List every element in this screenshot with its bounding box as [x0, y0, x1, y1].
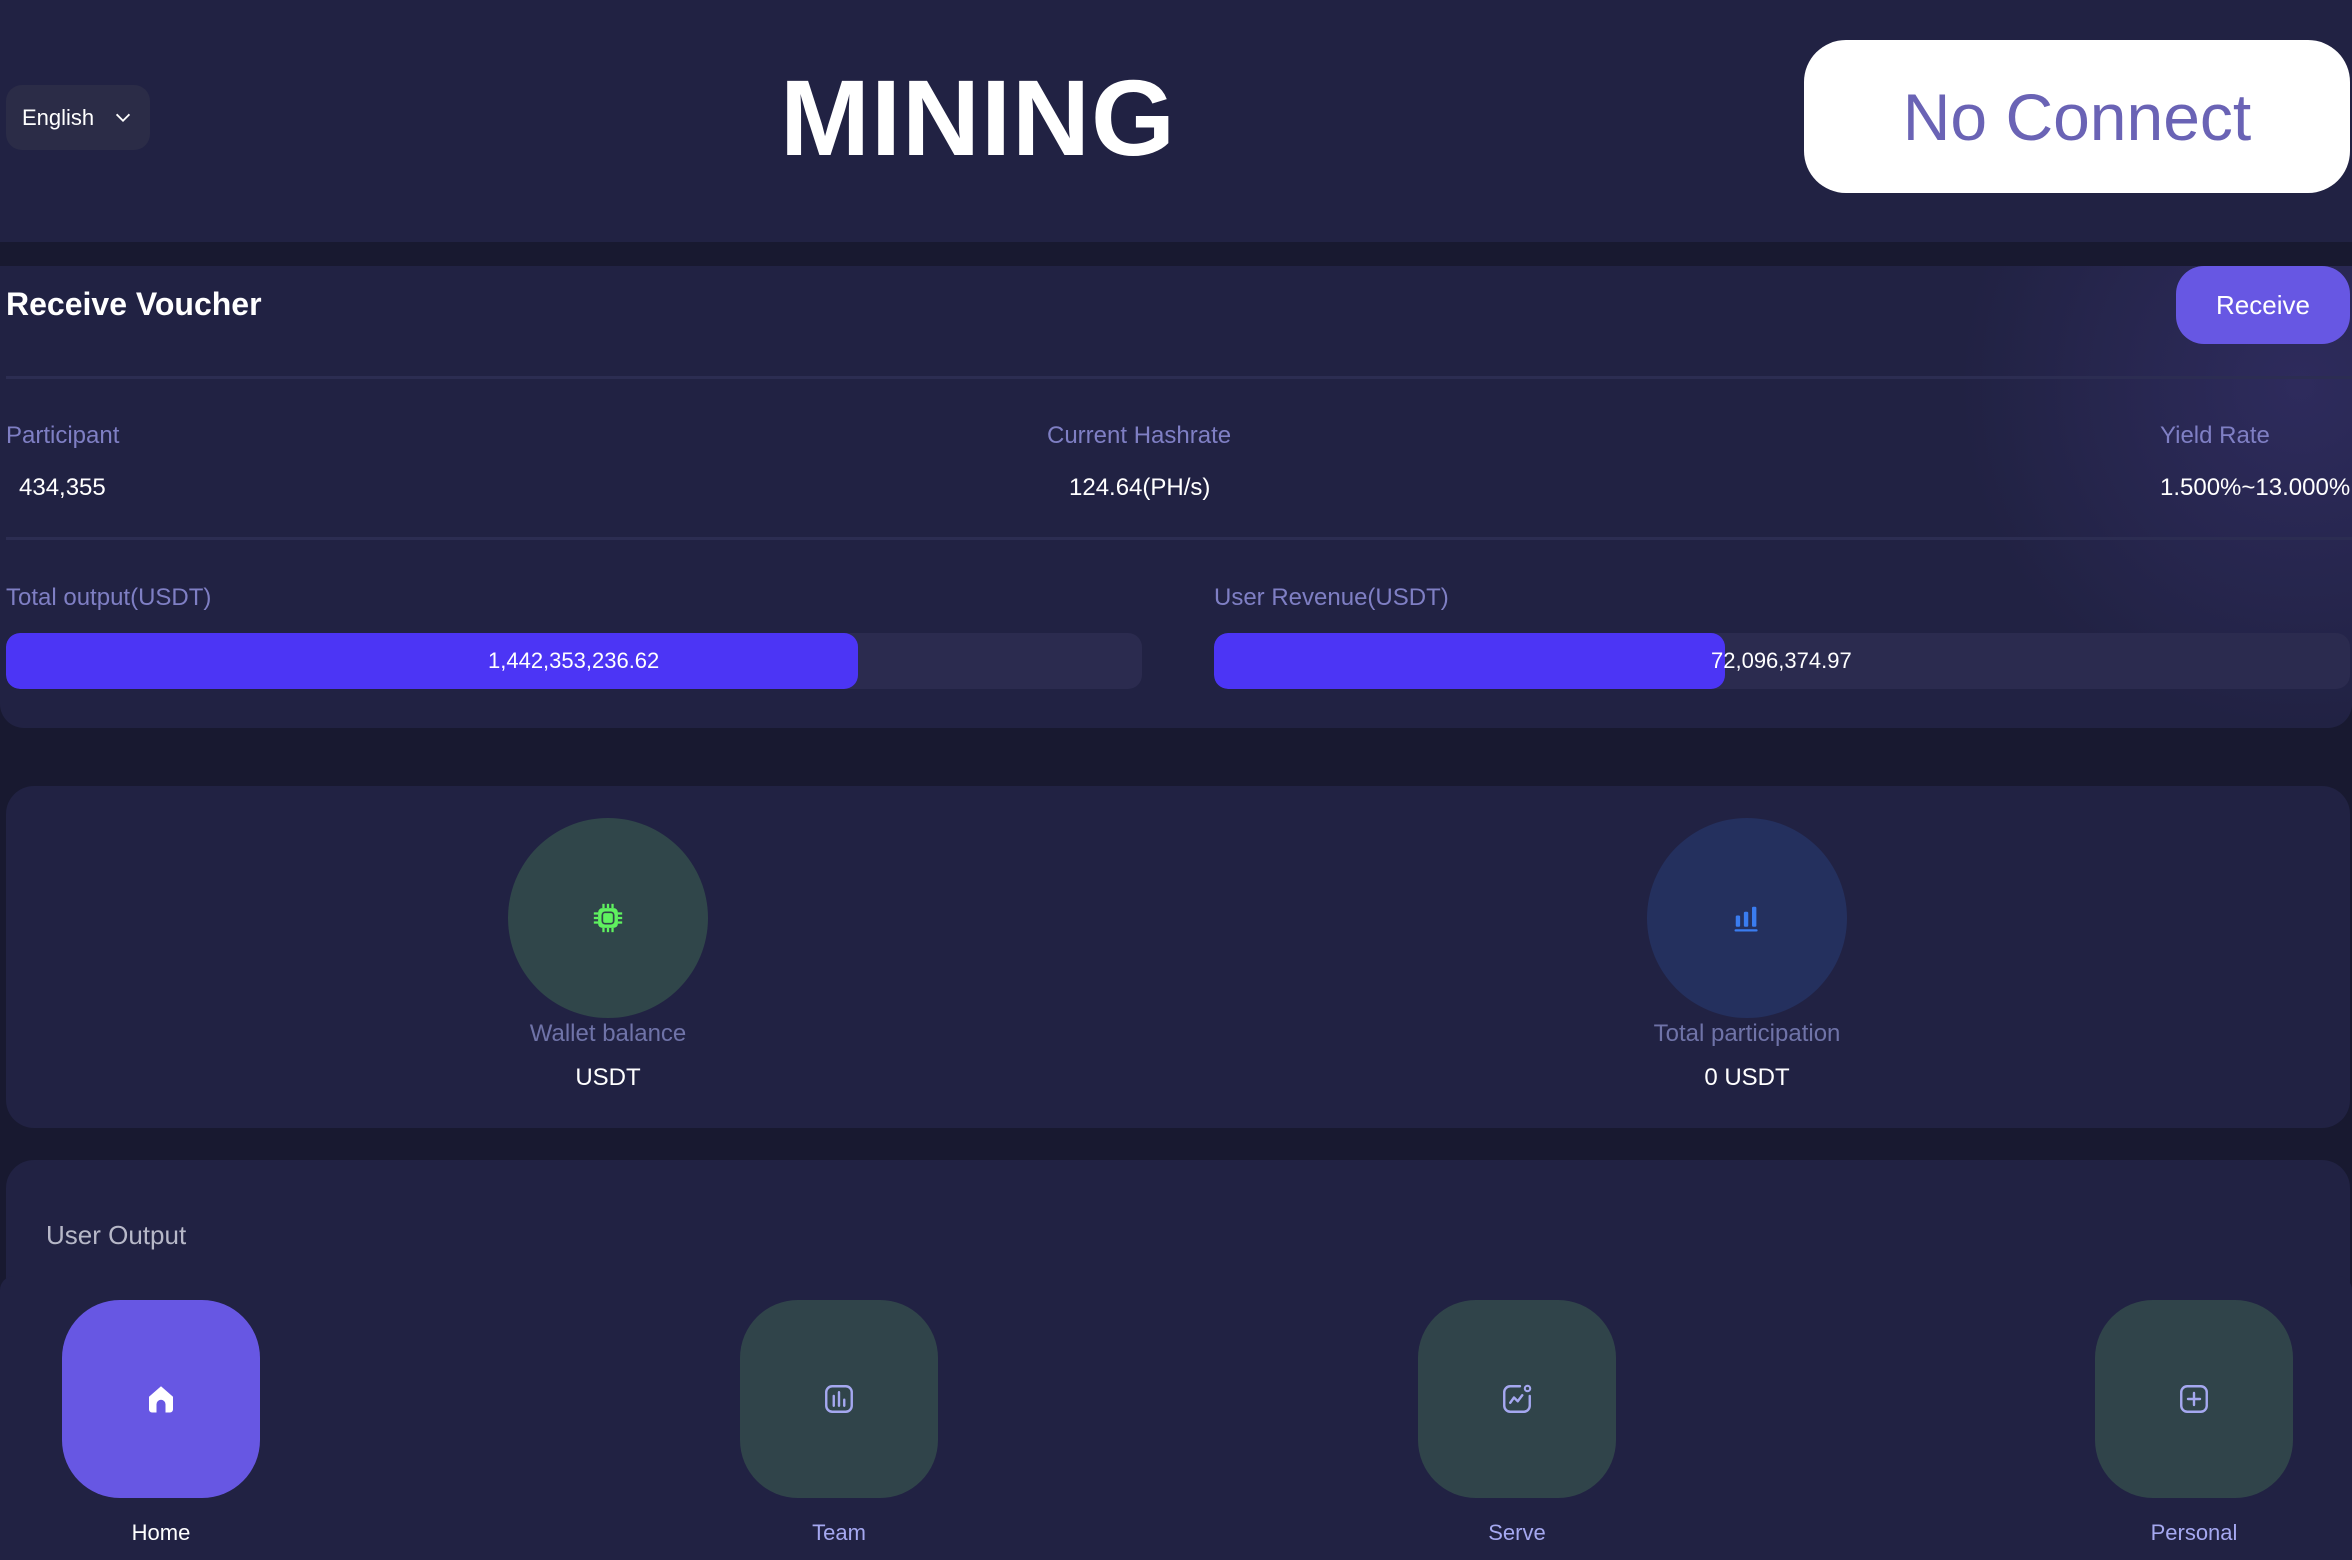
stat-value-hashrate: 124.64(PH/s)	[1069, 474, 1211, 501]
chart-square-icon	[825, 1385, 853, 1413]
connect-wallet-button[interactable]: No Connect	[1804, 40, 2350, 193]
page-title: MINING	[780, 57, 1176, 178]
nav-home-label[interactable]: Home	[11, 1520, 311, 1546]
divider	[6, 537, 2352, 540]
stat-label-yield: Yield Rate	[2160, 422, 2270, 449]
divider	[6, 376, 2352, 379]
nav-serve[interactable]	[1418, 1300, 1616, 1498]
user-revenue-progress-fill	[1214, 633, 1726, 689]
nav-home[interactable]	[62, 1300, 260, 1498]
total-output-label: Total output(USDT)	[6, 584, 212, 611]
nav-team[interactable]	[740, 1300, 938, 1498]
wallet-balance-label: Wallet balance	[529, 1020, 687, 1047]
stat-label-hashrate: Current Hashrate	[1047, 422, 1232, 449]
wallet-balance-value: USDT	[575, 1064, 641, 1091]
total-output-progress-fill	[6, 633, 858, 689]
user-revenue-label: User Revenue(USDT)	[1214, 584, 1449, 611]
voucher-title: Receive Voucher	[6, 286, 262, 322]
nav-serve-label[interactable]: Serve	[1367, 1520, 1667, 1546]
user-revenue-value: 72,096,374.97	[1711, 648, 1852, 673]
stat-value-yield: 1.500%~13.000%	[2160, 474, 2351, 501]
trend-square-icon	[1503, 1384, 1532, 1413]
total-participation-value: 0 USDT	[1704, 1064, 1790, 1091]
bottom-nav	[0, 1276, 2352, 1560]
chip-icon	[593, 903, 623, 933]
nav-personal-label[interactable]: Personal	[2044, 1520, 2344, 1546]
stat-label-participant: Participant	[6, 422, 120, 449]
total-output-progress: 1,442,353,236.62	[6, 633, 1142, 689]
plus-square-icon	[2180, 1385, 2208, 1413]
user-revenue-progress: 72,096,374.97	[1214, 633, 2350, 689]
receive-button[interactable]: Receive	[2176, 266, 2350, 344]
nav-personal[interactable]	[2095, 1300, 2293, 1498]
nav-team-label[interactable]: Team	[689, 1520, 989, 1546]
metrics-card	[6, 786, 2350, 1128]
bar-chart-icon	[1734, 906, 1758, 932]
total-output-value: 1,442,353,236.62	[488, 648, 660, 673]
wallet-balance-badge	[508, 818, 708, 1018]
stat-value-participant: 434,355	[19, 474, 106, 501]
home-icon	[149, 1386, 173, 1413]
total-participation-label: Total participation	[1653, 1020, 1841, 1047]
user-output-title: User Output	[46, 1220, 187, 1250]
total-participation-badge	[1647, 818, 1847, 1018]
